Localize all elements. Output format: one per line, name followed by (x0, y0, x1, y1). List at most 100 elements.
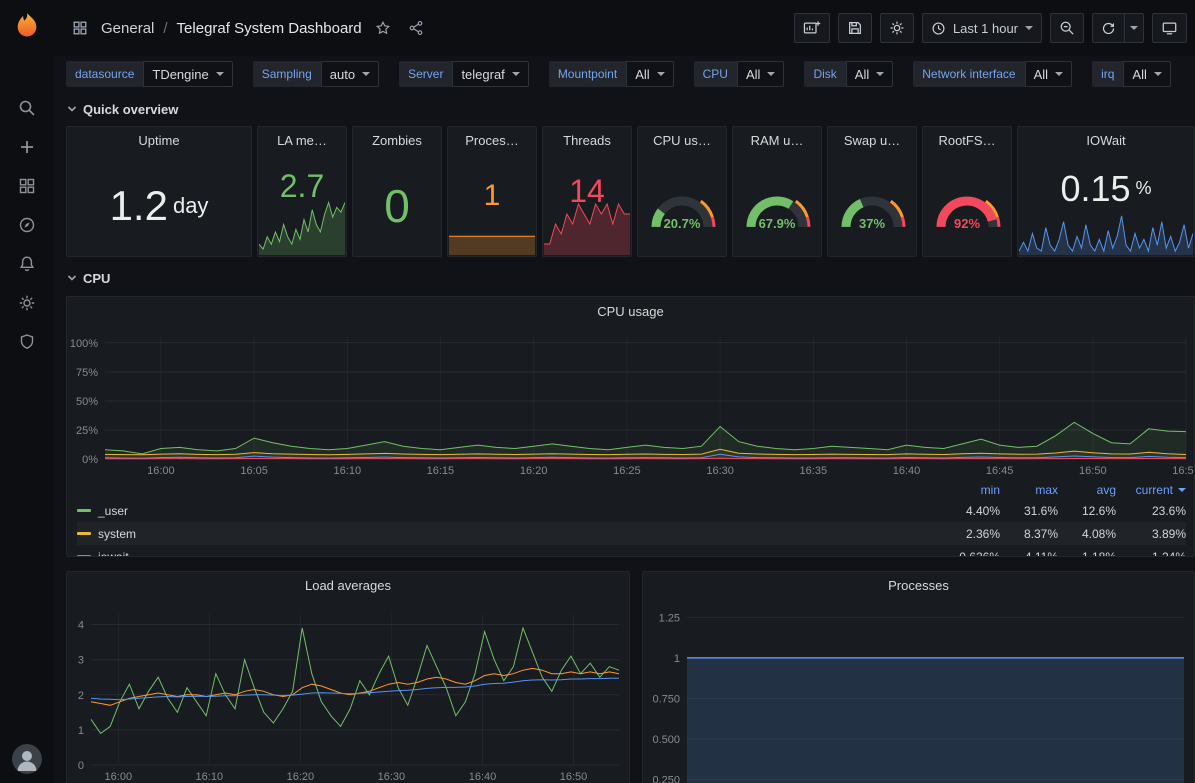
legend-sort-current[interactable]: current (1116, 483, 1186, 497)
variable-value-select[interactable]: telegraf (452, 61, 528, 87)
legend-sort-max[interactable]: max (1000, 483, 1058, 497)
refresh-button-group (1092, 13, 1144, 43)
panel-iowait: IOWait 0.15 % (1017, 126, 1195, 257)
legend-series-toggle[interactable]: iowait (77, 550, 942, 558)
panel-title[interactable]: IOWait (1018, 127, 1194, 155)
panel-title[interactable]: Proces… (448, 127, 536, 155)
panel-load-average-stat: LA me… 2.7 (257, 126, 347, 257)
svg-text:0.250: 0.250 (652, 775, 680, 783)
dashboards-icon[interactable] (0, 166, 54, 205)
refresh-button[interactable] (1092, 13, 1125, 43)
cycle-view-button[interactable] (1152, 13, 1187, 43)
variable-value-select[interactable]: All (737, 61, 784, 87)
variable-value-select[interactable]: All (1025, 61, 1072, 87)
cpu-usage-chart[interactable]: 16:0016:0516:1016:1516:2016:2516:3016:35… (67, 327, 1194, 479)
svg-text:16:45: 16:45 (986, 465, 1014, 477)
row-header-quick-overview[interactable]: Quick overview (66, 96, 1195, 122)
share-icon[interactable] (404, 16, 428, 40)
svg-text:16:35: 16:35 (800, 465, 828, 477)
variable-label: irq (1092, 61, 1123, 87)
server-admin-shield-icon[interactable] (0, 322, 54, 361)
svg-text:100%: 100% (70, 338, 98, 350)
variable-label: Network interface (913, 61, 1024, 87)
gauge-area: 37% (828, 155, 916, 256)
grafana-app: General / Telegraf System Dashboard (0, 0, 1195, 783)
panel-title[interactable]: LA me… (258, 127, 346, 155)
template-variables-row: datasource TDengine Sampling auto Server… (54, 56, 1195, 92)
configuration-gear-icon[interactable] (0, 283, 54, 322)
panel-title[interactable]: Processes (643, 572, 1194, 600)
legend-current: 23.6% (1116, 504, 1186, 518)
panel-threads: Threads 14 (542, 126, 632, 257)
panel-processes-chart: Processes 1.2510.7500.5000.250 (642, 571, 1195, 783)
refresh-interval-button[interactable] (1125, 13, 1144, 43)
variable-label: CPU (694, 61, 737, 87)
legend-series-toggle[interactable]: _user (77, 504, 942, 518)
panel-title[interactable]: CPU us… (638, 127, 726, 155)
panel-title[interactable]: CPU usage (67, 297, 1194, 327)
save-dashboard-button[interactable] (838, 13, 872, 43)
legend-max: 8.37% (1000, 527, 1058, 541)
panel-title[interactable]: Threads (543, 127, 631, 155)
svg-text:16:30: 16:30 (706, 465, 734, 477)
chevron-down-icon (362, 72, 370, 76)
top-navbar: General / Telegraf System Dashboard (54, 0, 1195, 56)
dashboard-settings-button[interactable] (880, 13, 914, 43)
panel-title[interactable]: Load averages (67, 572, 629, 600)
series-color-swatch (77, 509, 91, 512)
panel-title[interactable]: Uptime (67, 127, 251, 155)
search-icon[interactable] (0, 88, 54, 127)
star-icon[interactable] (371, 16, 395, 40)
panel-title[interactable]: RootFS… (923, 127, 1011, 155)
dashboard-title[interactable]: Telegraf System Dashboard (177, 20, 362, 37)
stat-value-area: 14 (543, 155, 631, 256)
variable-value-select[interactable]: TDengine (143, 61, 232, 87)
panel-title[interactable]: Swap u… (828, 127, 916, 155)
variable-cpu: CPU All (694, 61, 785, 87)
explore-compass-icon[interactable] (0, 205, 54, 244)
variable-disk: Disk All (804, 61, 893, 87)
legend-sort-min[interactable]: min (942, 483, 1000, 497)
zoom-out-time-button[interactable] (1050, 13, 1084, 43)
stat-unit: % (1136, 178, 1152, 199)
svg-text:0: 0 (78, 760, 84, 772)
avatar[interactable] (12, 744, 42, 774)
chevron-down-icon (1025, 26, 1033, 30)
variable-datasource: datasource TDengine (66, 61, 233, 87)
create-plus-icon[interactable] (0, 127, 54, 166)
time-range-picker[interactable]: Last 1 hour (922, 13, 1042, 43)
legend-row-system: system 2.36% 8.37% 4.08% 3.89% (77, 522, 1186, 545)
variable-value-select[interactable]: auto (321, 61, 379, 87)
chevron-down-icon (66, 272, 78, 284)
legend-row-user: _user 4.40% 31.6% 12.6% 23.6% (77, 499, 1186, 522)
panel-ram-usage-gauge: RAM u… 67.9% (732, 126, 822, 257)
add-panel-button[interactable] (794, 13, 830, 43)
row-header-cpu[interactable]: CPU (66, 265, 1195, 291)
variable-value-select[interactable]: All (846, 61, 893, 87)
gear-icon (889, 20, 905, 36)
svg-text:16:10: 16:10 (196, 771, 224, 783)
svg-text:0%: 0% (82, 454, 98, 466)
grafana-logo[interactable] (0, 0, 54, 52)
variable-value-select[interactable]: All (1123, 61, 1170, 87)
svg-text:16:50: 16:50 (560, 771, 588, 783)
alerting-bell-icon[interactable] (0, 244, 54, 283)
variable-mountpoint: Mountpoint All (549, 61, 674, 87)
processes-chart[interactable]: 1.2510.7500.5000.250 (643, 600, 1194, 783)
legend-header: min max avg current (77, 481, 1186, 499)
stat-value: 1.2 (110, 185, 168, 227)
legend-sort-avg[interactable]: avg (1058, 483, 1116, 497)
panel-title[interactable]: RAM u… (733, 127, 821, 155)
variable-label: Disk (804, 61, 845, 87)
breadcrumb-folder[interactable]: General (101, 20, 154, 37)
load-averages-chart[interactable]: 16:0016:1016:2016:3016:4016:5001234 (67, 600, 629, 783)
variable-server: Server telegraf (399, 61, 529, 87)
legend-series-toggle[interactable]: system (77, 527, 942, 541)
panel-title[interactable]: Zombies (353, 127, 441, 155)
sidebar (0, 0, 54, 783)
variable-value-select[interactable]: All (626, 61, 673, 87)
time-range-label: Last 1 hour (953, 21, 1018, 36)
svg-text:92%: 92% (954, 216, 980, 231)
chevron-down-icon (66, 103, 78, 115)
stat-value-area: 0 (353, 155, 441, 256)
